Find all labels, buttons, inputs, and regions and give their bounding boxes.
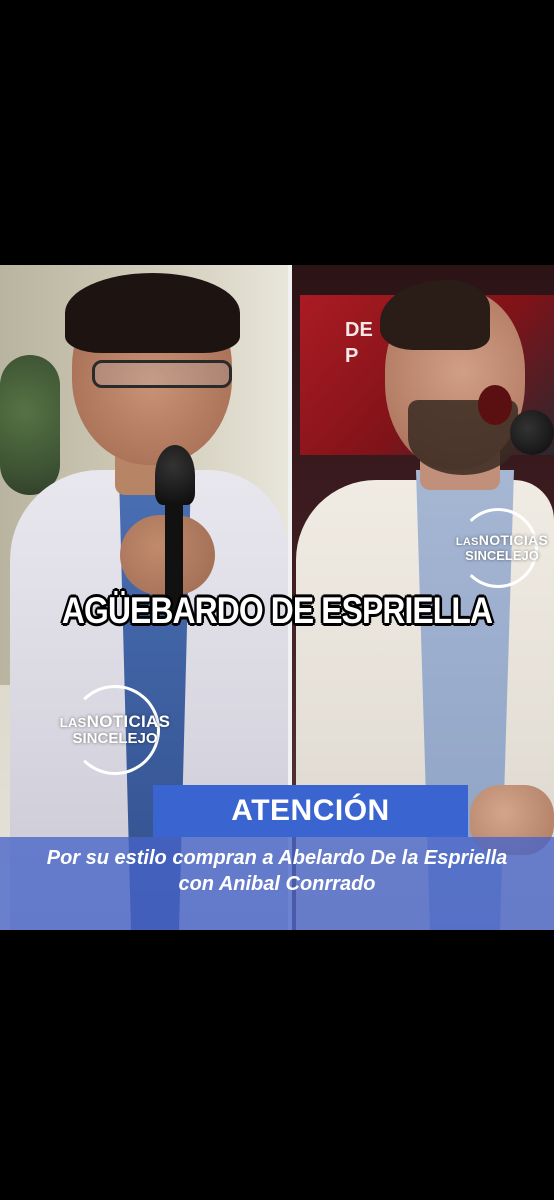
watermark-logo-right: LASNOTICIAS SINCELEJO [450,508,554,588]
watermark-line1: LASNOTICIAS [60,713,171,731]
sign-text-line1: DE [345,319,373,341]
sign-text-line2: P [345,345,359,367]
caption-line1: Por su estilo compran a Abelardo De la E… [46,847,508,869]
watermark-line1: LASNOTICIAS [456,533,548,549]
watermark-line2: SINCELEJO [465,547,539,563]
left-microphone [155,445,195,505]
watermark-prefix: LAS [455,536,479,549]
caption-line2: con Anibal Conrrado [178,873,376,895]
watermark-logo-left: LASNOTICIAS SINCELEJO [55,685,175,775]
right-speaker-mouth [478,385,512,425]
watermark-main: NOTICIAS [478,532,549,549]
watermark-line2: SINCELEJO [72,730,158,748]
left-speaker-hair [65,273,240,353]
right-microphone [510,410,554,455]
left-speaker-glasses [92,360,232,388]
meme-image: DE P LASNOTICIAS SINCELEJO LASNOTICIAS S… [0,265,554,930]
meme-headline: AGÜEBARDO DE ESPRIELLA [61,590,493,631]
right-background-sign-text: DE P [345,317,373,369]
watermark-main: NOTICIAS [86,712,171,732]
atencion-banner: ATENCIÓN [153,785,468,837]
banner-caption: Por su estilo compran a Abelardo De la E… [0,845,554,897]
left-plant [0,355,60,495]
watermark-prefix: LAS [59,715,87,731]
